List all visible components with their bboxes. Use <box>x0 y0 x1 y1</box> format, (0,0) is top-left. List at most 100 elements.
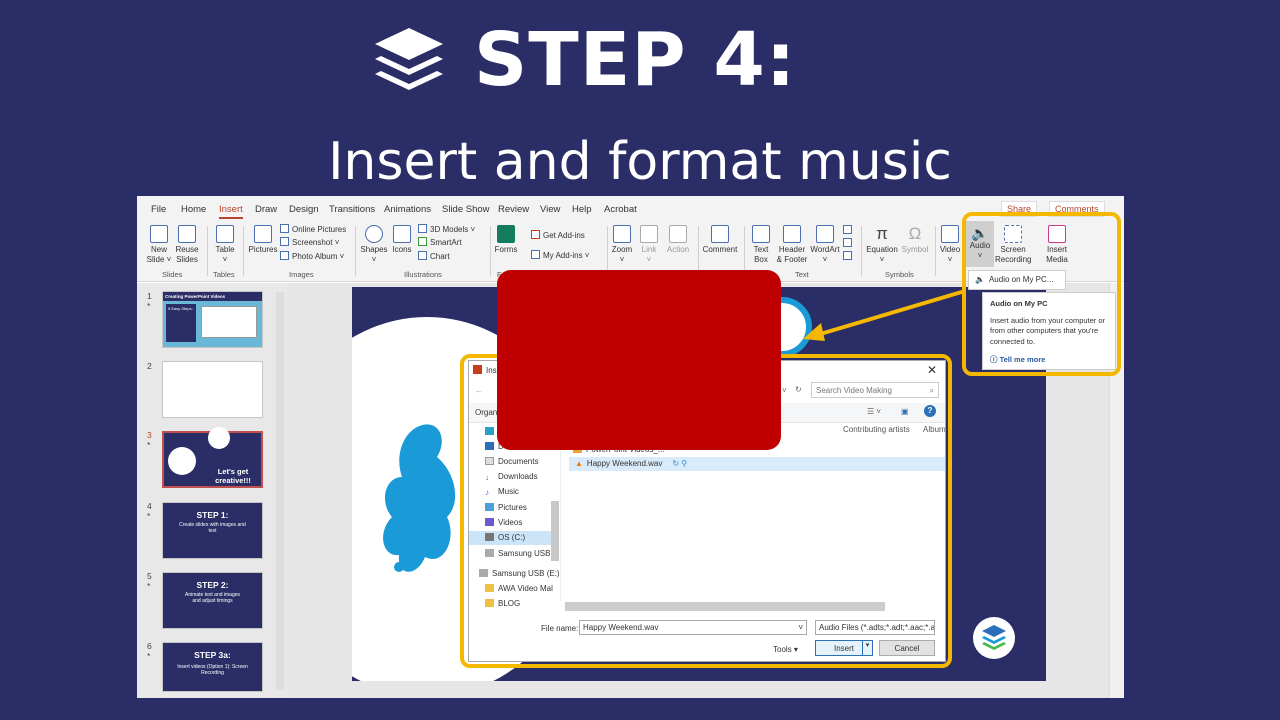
link-label: Link <box>641 245 657 254</box>
shapes-button[interactable]: Shapes ˅ <box>359 225 389 265</box>
tab-help[interactable]: Help <box>572 204 592 215</box>
online-pictures-label: Online Pictures <box>292 225 347 234</box>
thumbnails-scrollbar[interactable] <box>276 292 284 690</box>
symbol-button[interactable]: Ω Symbol <box>900 225 930 255</box>
get-addins-button[interactable]: Get Add-ins <box>531 230 585 241</box>
link-chevron: ˅ <box>646 255 652 264</box>
thumb-number: 6 <box>147 641 152 651</box>
wordart-chevron: ˅ <box>822 255 828 264</box>
video-button[interactable]: Video ˅ <box>937 225 963 265</box>
link-button[interactable]: Link ˅ <box>637 225 661 265</box>
new-slide-label: New <box>150 245 167 254</box>
table-button[interactable]: Table ˅ <box>211 225 239 265</box>
equation-button[interactable]: π Equation ˅ <box>864 225 900 265</box>
reuse-slides-button[interactable]: Reuse Slides <box>173 225 201 265</box>
comment-button[interactable]: Comment <box>701 225 739 255</box>
zoom-button[interactable]: Zoom ˅ <box>610 225 634 265</box>
online-pictures-button[interactable]: Online Pictures <box>280 224 346 235</box>
cube-icon <box>418 224 427 233</box>
tab-file[interactable]: File <box>151 204 166 215</box>
tab-design[interactable]: Design <box>289 204 319 215</box>
forms-label: Forms <box>494 245 518 254</box>
text-box-button[interactable]: Text Box <box>747 225 775 265</box>
thumb-text: Insert videos (Option 1): Screen Recordi… <box>177 664 248 676</box>
table-label: Table <box>215 245 235 254</box>
get-addins-label: Get Add-ins <box>543 231 585 240</box>
video-label: Video <box>939 245 961 254</box>
divider <box>935 226 936 276</box>
divider <box>607 226 608 276</box>
slide-thumbnail-4[interactable]: STEP 1: Create slides with images and te… <box>162 502 263 559</box>
reuse-label: Reuse <box>175 245 199 254</box>
screenshot-label: Screenshot ˅ <box>292 238 340 247</box>
divider <box>490 226 491 276</box>
wordart-button[interactable]: WordArt ˅ <box>809 225 841 265</box>
3d-models-label: 3D Models ˅ <box>430 225 476 234</box>
group-tables-label: Tables <box>213 270 235 279</box>
tab-animations[interactable]: Animations <box>384 204 431 215</box>
tab-review[interactable]: Review <box>498 204 529 215</box>
thumb-star: * <box>147 651 151 661</box>
textbox-small-1[interactable] <box>843 225 855 236</box>
slide-thumbnail-1[interactable]: Creating PowerPoint Videos 5 Easy Steps: <box>162 291 263 348</box>
comment-label: Comment <box>702 245 738 254</box>
header-footer-label-2: & Footer <box>776 255 808 264</box>
tab-transitions[interactable]: Transitions <box>329 204 375 215</box>
tab-insert[interactable]: Insert <box>219 204 243 219</box>
action-button[interactable]: Action <box>664 225 692 255</box>
group-images-label: Images <box>289 270 314 279</box>
header-footer-button[interactable]: Header & Footer <box>775 225 809 265</box>
forms-icon <box>497 225 515 243</box>
slide-thumbnail-5[interactable]: STEP 2: Animate text and images and adju… <box>162 572 263 629</box>
tab-slide-show[interactable]: Slide Show <box>442 204 490 215</box>
page-title: STEP 4: <box>474 17 797 103</box>
equation-label: Equation <box>866 245 898 254</box>
pictures-button[interactable]: Pictures <box>247 225 279 255</box>
tab-draw[interactable]: Draw <box>255 204 277 215</box>
slide-thumbnail-6[interactable]: STEP 3a: Insert videos (Option 1): Scree… <box>162 642 263 692</box>
thumb-title: Creating PowerPoint Videos <box>163 292 262 301</box>
symbol-label: Symbol <box>901 245 929 254</box>
arrow-icon <box>803 289 966 341</box>
icons-icon <box>393 225 411 243</box>
comment-icon <box>711 225 729 243</box>
chart-button[interactable]: Chart <box>418 251 450 262</box>
group-slides-label: Slides <box>162 270 183 279</box>
smartart-button[interactable]: SmartArt <box>418 237 462 248</box>
screenshot-icon <box>280 237 289 246</box>
smartart-icon <box>418 237 427 246</box>
screenshot-button[interactable]: Screenshot ˅ <box>280 237 339 248</box>
tab-acrobat[interactable]: Acrobat <box>604 204 637 215</box>
divider <box>355 226 356 276</box>
icons-button[interactable]: Icons <box>389 225 415 255</box>
divider <box>207 226 208 276</box>
star-icon <box>669 225 687 243</box>
slide-thumbnail-3[interactable]: Let's get creative!!! <box>162 427 263 488</box>
slide-thumbnail-2[interactable] <box>162 361 263 418</box>
textbox-small-2[interactable] <box>843 238 855 249</box>
small-textbox-icon <box>843 225 852 234</box>
paint-splash-icon <box>383 424 456 572</box>
tab-home[interactable]: Home <box>181 204 206 215</box>
forms-button[interactable]: Forms <box>494 225 518 255</box>
header-footer-label: Header <box>778 245 806 254</box>
tab-view[interactable]: View <box>540 204 560 215</box>
video-chevron: ˅ <box>947 255 953 264</box>
textbox-label: Text <box>753 245 769 254</box>
action-label: Action <box>666 245 690 254</box>
shapes-chevron: ˅ <box>371 255 377 264</box>
textbox-small-3[interactable] <box>843 251 855 262</box>
reuse-slides-icon <box>178 225 196 243</box>
equation-chevron: ˅ <box>879 255 885 264</box>
thumb-screenshot <box>201 306 257 338</box>
small-textbox-icon <box>843 238 852 247</box>
3d-models-button[interactable]: 3D Models ˅ <box>418 224 475 235</box>
chart-icon <box>418 251 427 260</box>
thumb-number: 3 <box>147 430 152 440</box>
video-icon <box>941 225 959 243</box>
thumb-star: * <box>147 511 151 521</box>
table-chevron: ˅ <box>222 255 228 264</box>
photo-album-button[interactable]: Photo Album ˅ <box>280 251 344 262</box>
new-slide-button[interactable]: New Slide ˅ <box>145 225 173 265</box>
my-addins-button[interactable]: My Add-ins ˅ <box>531 250 589 261</box>
